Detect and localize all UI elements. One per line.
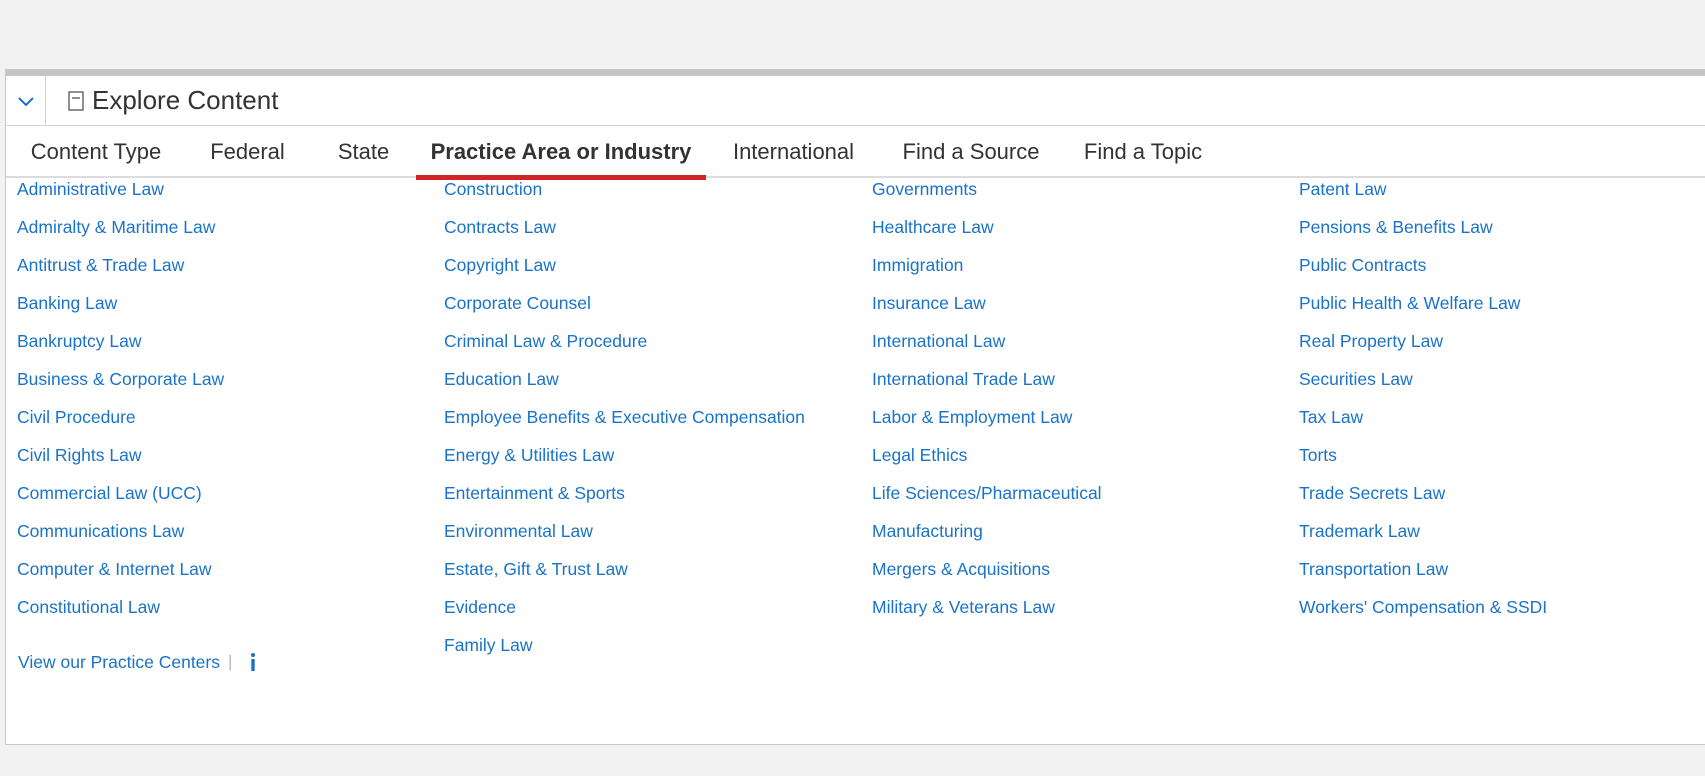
link-securities-law[interactable]: Securities Law [1299,368,1413,390]
link-governments[interactable]: Governments [872,178,977,200]
practice-centers-footer: View our Practice Centers | [18,650,260,674]
link-international-law[interactable]: International Law [872,330,1005,352]
link-trademark-law[interactable]: Trademark Law [1299,520,1420,542]
link-manufacturing[interactable]: Manufacturing [872,520,983,542]
link-military-veterans-law[interactable]: Military & Veterans Law [872,596,1055,618]
link-transportation-law[interactable]: Transportation Law [1299,558,1448,580]
link-torts[interactable]: Torts [1299,444,1337,466]
link-constitutional-law[interactable]: Constitutional Law [17,596,160,618]
link-construction[interactable]: Construction [444,178,542,200]
page-title: Explore Content [92,85,279,115]
link-insurance-law[interactable]: Insurance Law [872,292,986,314]
link-evidence[interactable]: Evidence [444,596,516,618]
link-public-contracts[interactable]: Public Contracts [1299,254,1426,276]
link-environmental-law[interactable]: Environmental Law [444,520,593,542]
chevron-down-icon [17,96,34,106]
document-icon [68,90,84,111]
link-estate-gift-trust-law[interactable]: Estate, Gift & Trust Law [444,558,628,580]
link-copyright-law[interactable]: Copyright Law [444,254,556,276]
link-civil-procedure[interactable]: Civil Procedure [17,406,136,428]
link-business-corporate-law[interactable]: Business & Corporate Law [17,368,224,390]
link-trade-secrets-law[interactable]: Trade Secrets Law [1299,482,1445,504]
link-contracts-law[interactable]: Contracts Law [444,216,556,238]
link-criminal-law-procedure[interactable]: Criminal Law & Procedure [444,330,647,352]
link-tax-law[interactable]: Tax Law [1299,406,1363,428]
tab-international[interactable]: International [721,126,866,178]
link-immigration[interactable]: Immigration [872,254,963,276]
link-international-trade-law[interactable]: International Trade Law [872,368,1055,390]
tab-federal[interactable]: Federal [191,126,304,178]
tab-find-topic[interactable]: Find a Topic [1076,126,1210,178]
link-antitrust-trade-law[interactable]: Antitrust & Trade Law [17,254,184,276]
link-workers-compensation-ssdi[interactable]: Workers' Compensation & SSDI [1299,596,1547,618]
link-commercial-law-ucc[interactable]: Commercial Law (UCC) [17,482,202,504]
tab-bar: Content Type Federal State Practice Area… [6,126,1705,180]
explore-content-header: Explore Content [6,76,1705,126]
panel-top-bar [6,69,1705,76]
tab-find-source[interactable]: Find a Source [898,126,1044,178]
link-banking-law[interactable]: Banking Law [17,292,117,314]
link-administrative-law[interactable]: Administrative Law [17,178,164,200]
footer-separator: | [228,652,233,671]
link-life-sciences-pharmaceutical[interactable]: Life Sciences/Pharmaceutical [872,482,1102,504]
tab-content-type[interactable]: Content Type [16,126,176,178]
info-icon[interactable] [246,650,260,674]
collapse-button[interactable] [6,76,46,125]
header-title-group: Explore Content [68,76,278,125]
link-civil-rights-law[interactable]: Civil Rights Law [17,444,141,466]
practice-centers-link[interactable]: View our Practice Centers [18,652,220,673]
link-education-law[interactable]: Education Law [444,368,559,390]
link-family-law[interactable]: Family Law [444,634,533,656]
link-corporate-counsel[interactable]: Corporate Counsel [444,292,591,314]
tab-practice-area[interactable]: Practice Area or Industry [416,126,706,180]
explore-content-panel: Explore Content Content Type Federal Sta… [5,69,1705,745]
link-mergers-acquisitions[interactable]: Mergers & Acquisitions [872,558,1050,580]
link-labor-employment-law[interactable]: Labor & Employment Law [872,406,1072,428]
link-healthcare-law[interactable]: Healthcare Law [872,216,994,238]
link-admiralty-maritime-law[interactable]: Admiralty & Maritime Law [17,216,215,238]
link-legal-ethics[interactable]: Legal Ethics [872,444,967,466]
link-employee-benefits-executive-compensation[interactable]: Employee Benefits & Executive Compensati… [444,406,805,428]
link-energy-utilities-law[interactable]: Energy & Utilities Law [444,444,614,466]
link-communications-law[interactable]: Communications Law [17,520,184,542]
link-real-property-law[interactable]: Real Property Law [1299,330,1443,352]
link-patent-law[interactable]: Patent Law [1299,178,1387,200]
link-public-health-welfare-law[interactable]: Public Health & Welfare Law [1299,292,1520,314]
tab-state[interactable]: State [316,126,411,178]
link-pensions-benefits-law[interactable]: Pensions & Benefits Law [1299,216,1493,238]
link-computer-internet-law[interactable]: Computer & Internet Law [17,558,212,580]
link-entertainment-sports[interactable]: Entertainment & Sports [444,482,625,504]
link-bankruptcy-law[interactable]: Bankruptcy Law [17,330,142,352]
